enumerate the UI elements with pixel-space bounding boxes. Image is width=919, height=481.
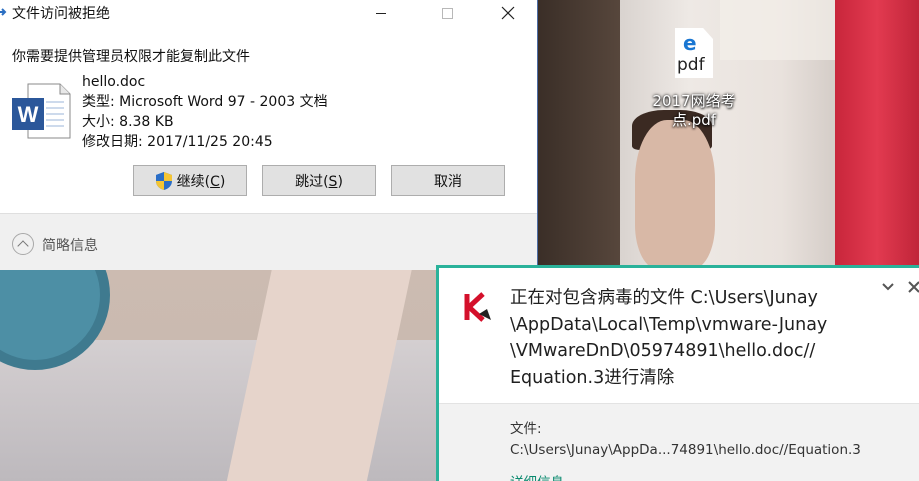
file-access-denied-dialog: 文件访问被拒绝 你需要提供管理员权限才能复制此文件 W hello.doc 类型…: [0, 0, 538, 270]
file-size: 大小: 8.38 KB: [82, 114, 174, 130]
infected-file-path: C:\Users\Junay\AppDa...74891\hello.doc//…: [510, 442, 861, 458]
file-modified-date: 修改日期: 2017/11/25 20:45: [82, 134, 273, 150]
minimize-icon: [376, 12, 386, 14]
details-link[interactable]: 详细信息: [510, 471, 564, 481]
cancel-label: 取消: [434, 173, 462, 190]
notification-detail-panel: 文件: C:\Users\Junay\AppDa...74891\hello.d…: [439, 403, 919, 481]
notification-message: 正在对包含病毒的文件 C:\Users\Junay \AppData\Local…: [510, 285, 870, 391]
file-label: 文件:: [510, 421, 542, 437]
pdf-file-icon: e pdf: [675, 28, 713, 78]
cancel-button[interactable]: 取消: [391, 165, 505, 196]
notification-message-line: Equation.3进行清除: [510, 367, 675, 388]
collapse-details-icon[interactable]: [12, 233, 34, 255]
file-type: 类型: Microsoft Word 97 - 2003 文档: [82, 94, 328, 110]
continue-label: 继续: [176, 173, 205, 190]
desktop-icon-label: 2017网络考点.pdf: [652, 92, 736, 129]
close-icon: [501, 6, 515, 20]
word-document-icon: W: [12, 83, 71, 139]
dialog-message: 你需要提供管理员权限才能复制此文件: [12, 49, 250, 65]
close-icon[interactable]: [906, 279, 919, 295]
collapse-details-toggle[interactable]: 简略信息: [42, 235, 98, 255]
desktop-pdf-file[interactable]: e pdf 2017网络考点.pdf: [648, 28, 740, 130]
continue-shortcut: (C): [204, 173, 226, 190]
chevron-down-icon[interactable]: [880, 279, 896, 295]
skip-shortcut: (S): [323, 173, 343, 190]
pdf-badge: pdf: [677, 55, 705, 75]
continue-button[interactable]: 继续(C): [133, 165, 247, 196]
notification-message-line: 正在对包含病毒的文件 C:\Users\Junay: [510, 288, 818, 308]
notification-message-line: \AppData\Local\Temp\vmware-Junay: [510, 314, 828, 335]
edge-browser-icon: e: [683, 31, 697, 55]
dialog-footer: 简略信息: [0, 213, 537, 270]
svg-text:W: W: [18, 102, 39, 127]
kaspersky-logo-icon: [464, 292, 491, 322]
antivirus-notification: 正在对包含病毒的文件 C:\Users\Junay \AppData\Local…: [436, 265, 919, 481]
copy-arrow-icon: [0, 8, 7, 16]
close-button[interactable]: [485, 0, 531, 26]
file-name: hello.doc: [82, 74, 146, 90]
maximize-icon: [441, 7, 453, 19]
skip-label: 跳过: [295, 173, 324, 190]
skip-button[interactable]: 跳过(S): [262, 165, 376, 196]
file-details: hello.doc 类型: Microsoft Word 97 - 2003 文…: [82, 72, 328, 152]
minimize-button[interactable]: [358, 0, 404, 26]
dialog-titlebar[interactable]: 文件访问被拒绝: [0, 0, 537, 26]
dialog-title: 文件访问被拒绝: [12, 6, 110, 22]
uac-shield-icon: [155, 171, 172, 190]
maximize-button[interactable]: [424, 0, 470, 26]
notification-message-line: \VMwareDnD\05974891\hello.doc//: [510, 341, 816, 361]
